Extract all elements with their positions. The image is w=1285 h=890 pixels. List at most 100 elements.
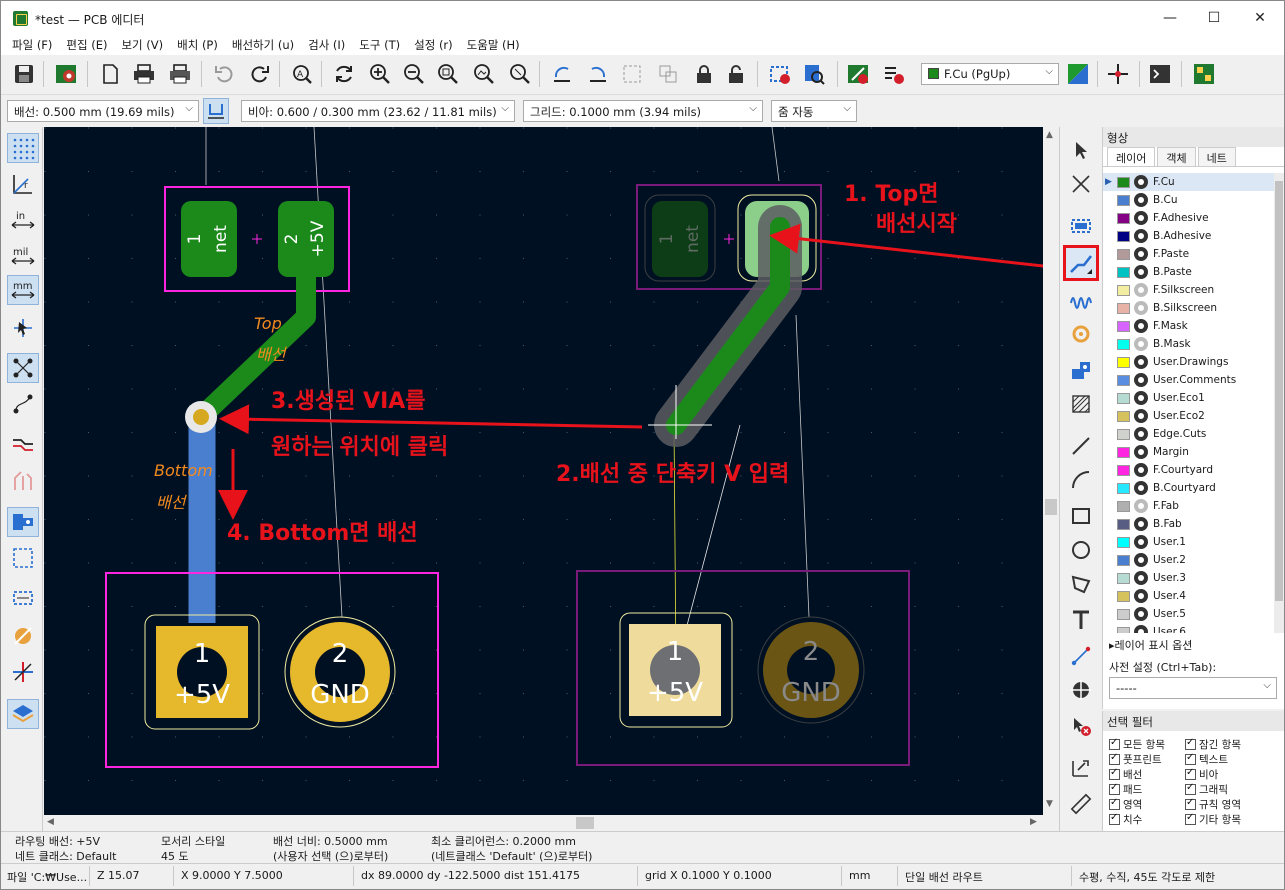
add-via-icon[interactable]	[1066, 319, 1096, 349]
layer-color-swatch[interactable]	[1117, 608, 1130, 620]
layer-row[interactable]: User.Comments	[1103, 371, 1275, 389]
drc-icon[interactable]	[845, 61, 871, 87]
pcb-canvas[interactable]: 1 net 2 +5V Top 배선 Bottom 배선 1 +5V 2 GND…	[44, 127, 1043, 815]
hide-pads-icon[interactable]	[7, 621, 39, 651]
draw-arc-icon[interactable]	[1066, 465, 1096, 495]
filter-locked[interactable]: 잠긴 항목	[1185, 737, 1241, 752]
place-origin-icon[interactable]	[1066, 675, 1096, 705]
checkbox[interactable]	[1185, 737, 1196, 750]
layer-color-swatch[interactable]	[1117, 230, 1130, 242]
ratsnest-icon[interactable]	[7, 353, 39, 383]
curved-ratsnest-icon[interactable]	[7, 389, 39, 419]
layer-color-swatch[interactable]	[1117, 464, 1130, 476]
layer-display-options[interactable]: ▸레이어 표시 옵션	[1103, 635, 1285, 653]
checkbox[interactable]	[1109, 752, 1120, 765]
layer-color-swatch[interactable]	[1117, 572, 1130, 584]
close-button[interactable]: ✕	[1237, 1, 1283, 35]
layer-row[interactable]: B.Paste	[1103, 263, 1275, 281]
footprint-outline-icon[interactable]	[7, 543, 39, 573]
checkbox[interactable]	[1109, 812, 1120, 825]
menu-edit[interactable]: 편집 (E)	[59, 35, 114, 55]
layer-color-swatch[interactable]	[1117, 320, 1130, 332]
layer-row[interactable]: User.3	[1103, 569, 1275, 587]
layer-row[interactable]: User.5	[1103, 605, 1275, 623]
filter-footprints[interactable]: 풋프린트	[1109, 752, 1162, 767]
layer-color-swatch[interactable]	[1117, 176, 1130, 188]
zoom-in-icon[interactable]	[367, 61, 393, 87]
layer-row[interactable]: User.6	[1103, 623, 1275, 633]
layer-color-swatch[interactable]	[1117, 374, 1130, 386]
layer-row[interactable]: F.Courtyard	[1103, 461, 1275, 479]
layer-row[interactable]: B.Adhesive	[1103, 227, 1275, 245]
footprint-browser-icon[interactable]	[801, 61, 827, 87]
layer-color-swatch[interactable]	[1117, 428, 1130, 440]
filter-vias[interactable]: 비아	[1185, 767, 1218, 782]
polar-coords-icon[interactable]: r	[7, 169, 39, 199]
layer-color-swatch[interactable]	[1117, 536, 1130, 548]
unlock-icon[interactable]	[723, 61, 749, 87]
menu-preferences[interactable]: 설정 (r)	[407, 35, 460, 55]
undo-icon[interactable]	[211, 61, 237, 87]
track-width-select[interactable]: 배선: 0.500 mm (19.69 mils) ⌵	[7, 100, 199, 122]
grid-select[interactable]: 그리드: 0.1000 mm (3.94 mils) ⌵	[523, 100, 763, 122]
eye-off-icon[interactable]	[1134, 301, 1148, 315]
select-arrow-icon[interactable]	[1066, 135, 1096, 165]
scroll-left-icon[interactable]: ◀	[47, 817, 54, 827]
rotate-ccw-icon[interactable]	[549, 61, 575, 87]
delete-tool-icon[interactable]	[1066, 711, 1096, 741]
highlight-net-icon[interactable]	[1066, 169, 1096, 199]
footprint-text-icon[interactable]	[7, 583, 39, 613]
cursor-shape-icon[interactable]	[7, 313, 39, 343]
draw-polygon-icon[interactable]	[1066, 569, 1096, 599]
scripting-console-icon[interactable]	[1147, 61, 1173, 87]
eye-icon[interactable]	[1134, 373, 1148, 387]
lock-icon[interactable]	[691, 61, 717, 87]
checkbox[interactable]	[1185, 812, 1196, 825]
checkbox[interactable]	[1185, 782, 1196, 795]
layer-row[interactable]: B.Cu	[1103, 191, 1275, 209]
eye-icon[interactable]	[1134, 211, 1148, 225]
minimize-button[interactable]: —	[1147, 1, 1193, 35]
show-tracks-icon[interactable]	[7, 429, 39, 459]
scroll-right-icon[interactable]: ▶	[1030, 817, 1037, 827]
draw-circle-icon[interactable]	[1066, 535, 1096, 565]
checkbox[interactable]	[1185, 752, 1196, 765]
menu-view[interactable]: 보기 (V)	[114, 35, 170, 55]
eye-icon[interactable]	[1134, 445, 1148, 459]
board-statistics-icon[interactable]	[881, 61, 907, 87]
scroll-thumb[interactable]	[576, 817, 594, 829]
via-size-select[interactable]: 비아: 0.600 / 0.300 mm (23.62 / 11.81 mils…	[241, 100, 515, 122]
filter-all[interactable]: 모든 항목	[1109, 737, 1165, 752]
eye-icon[interactable]	[1134, 589, 1148, 603]
add-footprint-icon[interactable]	[1066, 211, 1096, 241]
route-track-icon[interactable]	[1063, 245, 1099, 281]
zoom-out-icon[interactable]	[401, 61, 427, 87]
layer-row[interactable]: User.2	[1103, 551, 1275, 569]
layer-color-swatch[interactable]	[1117, 248, 1130, 260]
filter-graphics[interactable]: 그래픽	[1185, 782, 1228, 797]
auto-track-width-icon[interactable]	[203, 98, 229, 124]
add-text-icon[interactable]	[1066, 605, 1096, 635]
eye-icon[interactable]	[1134, 265, 1148, 279]
filter-text[interactable]: 텍스트	[1185, 752, 1228, 767]
layer-row[interactable]: ▶ F.Cu	[1103, 173, 1275, 191]
eye-off-icon[interactable]	[1134, 499, 1148, 513]
tune-length-icon[interactable]	[1066, 285, 1096, 315]
eye-icon[interactable]	[1134, 535, 1148, 549]
grid-origin-icon[interactable]	[1066, 753, 1096, 783]
hide-tracks-icon[interactable]	[7, 465, 39, 495]
scroll-thumb[interactable]	[1275, 181, 1283, 601]
layer-color-swatch[interactable]	[1117, 284, 1130, 296]
zoom-select[interactable]: 줌 자동 ⌵	[771, 100, 857, 122]
eye-icon[interactable]	[1134, 175, 1148, 189]
layer-row[interactable]: Margin	[1103, 443, 1275, 461]
menu-place[interactable]: 배치 (P)	[170, 35, 225, 55]
filter-zones[interactable]: 영역	[1109, 797, 1142, 812]
checkbox[interactable]	[1109, 767, 1120, 780]
eye-icon[interactable]	[1134, 409, 1148, 423]
zoom-selection-icon[interactable]	[507, 61, 533, 87]
checkbox[interactable]	[1109, 737, 1120, 750]
eye-icon[interactable]	[1134, 427, 1148, 441]
layer-color-swatch[interactable]	[1117, 338, 1130, 350]
eye-off-icon[interactable]	[1134, 337, 1148, 351]
